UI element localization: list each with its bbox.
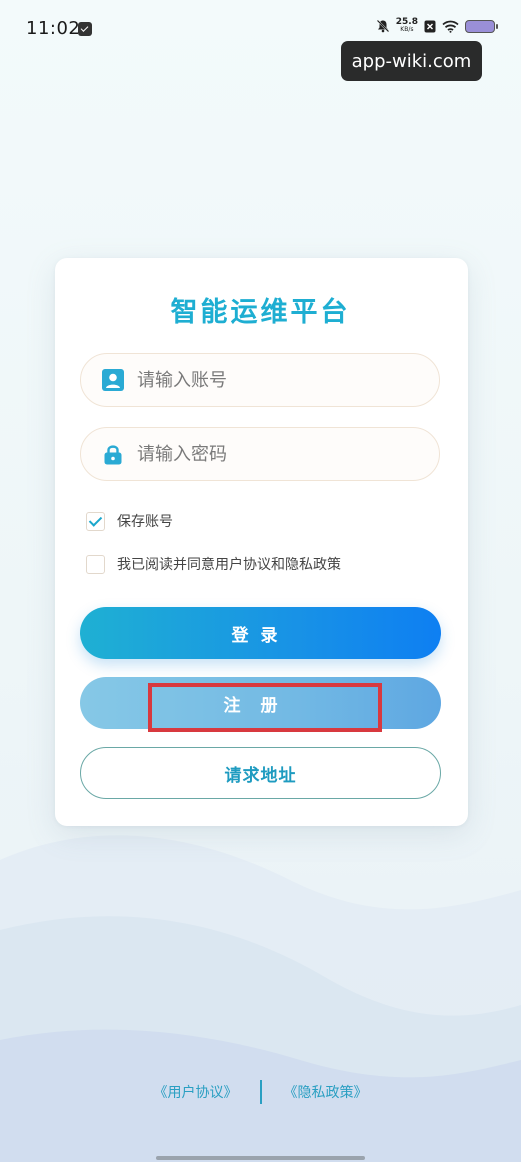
lock-icon xyxy=(104,445,122,465)
page-title: 智能运维平台 xyxy=(170,297,351,328)
register-button[interactable]: 注册 xyxy=(80,677,441,729)
home-indicator[interactable] xyxy=(156,1156,365,1160)
network-speed: 25.8 KB/s xyxy=(396,18,418,34)
privacy-policy-link[interactable]: 《隐私政策》 xyxy=(284,1082,368,1102)
footer-divider xyxy=(259,1080,262,1104)
mail-notification-icon xyxy=(78,22,92,36)
save-account-checkbox[interactable] xyxy=(86,511,105,531)
agreement-checkbox[interactable] xyxy=(86,554,105,574)
footer-links: 《用户协议》 《隐私政策》 xyxy=(0,1080,521,1104)
save-account-label: 保存账号 xyxy=(117,514,173,530)
status-icons: 25.8 KB/s xyxy=(376,18,498,34)
wifi-icon xyxy=(442,20,459,33)
account-input[interactable] xyxy=(137,354,427,406)
agreement-label: 我已阅读并同意用户协议和隐私政策 xyxy=(117,557,341,573)
watermark-badge: app-wiki.com xyxy=(341,41,482,81)
agreement-row[interactable]: 我已阅读并同意用户协议和隐私政策 xyxy=(86,554,341,574)
bell-muted-icon xyxy=(376,19,389,33)
login-button[interactable]: 登录 xyxy=(80,607,441,659)
sim-blocked-icon xyxy=(424,20,436,32)
save-account-row[interactable]: 保存账号 xyxy=(86,511,173,531)
login-card xyxy=(55,258,468,826)
background-waves xyxy=(0,835,521,1162)
user-agreement-link[interactable]: 《用户协议》 xyxy=(154,1082,238,1102)
account-field[interactable] xyxy=(80,353,440,407)
battery-icon xyxy=(465,19,498,33)
request-address-button[interactable]: 请求地址 xyxy=(80,747,441,799)
password-input[interactable] xyxy=(137,428,427,480)
network-speed-unit: KB/s xyxy=(400,26,414,33)
network-speed-value: 25.8 xyxy=(395,17,418,27)
password-field[interactable] xyxy=(80,427,440,481)
user-icon xyxy=(102,369,124,391)
status-time: 11:02 xyxy=(26,18,81,39)
